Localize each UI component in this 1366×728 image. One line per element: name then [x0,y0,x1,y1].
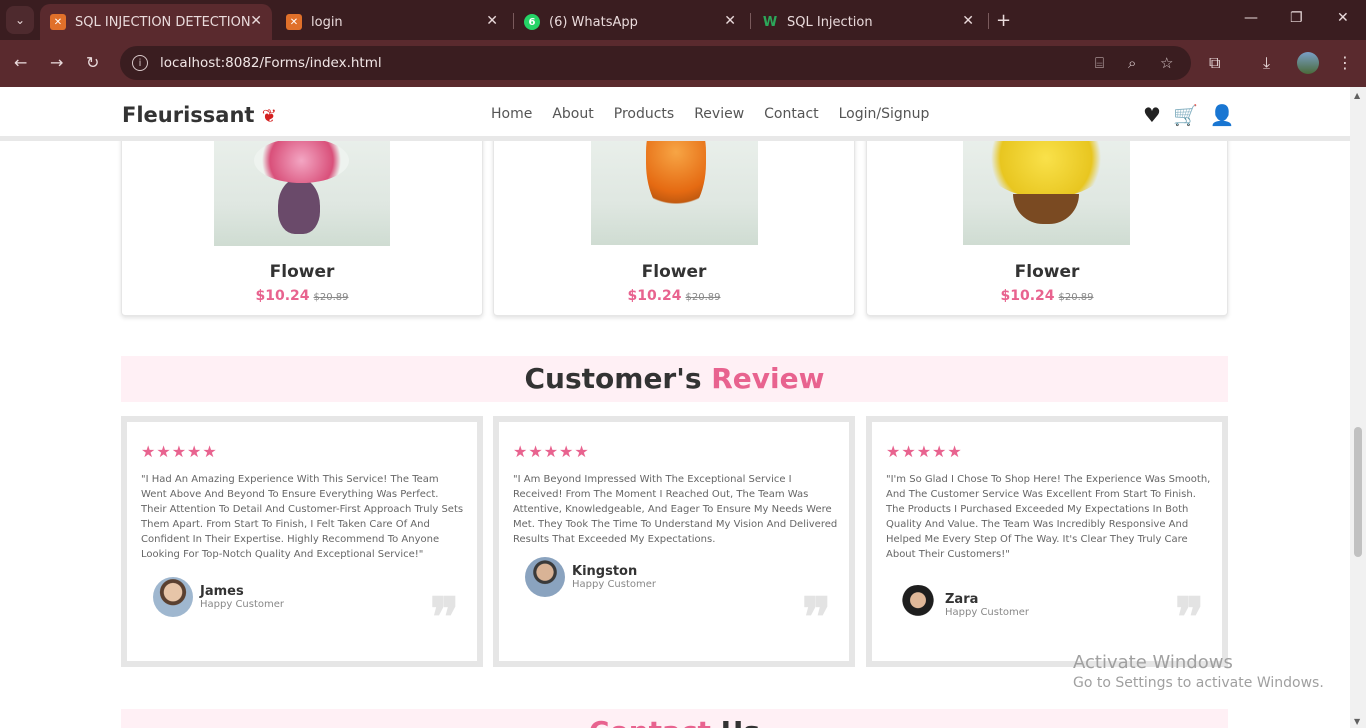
reviewer-name: Kingston [572,564,638,579]
tab-whatsapp[interactable]: 6 (6) WhatsApp ✕ [514,4,746,40]
whatsapp-icon: 6 [524,14,540,30]
translate-icon[interactable]: ⌸ [1095,54,1104,72]
cart-icon[interactable]: 🛒 [1173,103,1198,127]
close-icon[interactable]: ✕ [250,13,262,29]
contact-heading: Contact Us [121,709,1228,728]
profile-avatar[interactable] [1297,52,1319,74]
reviewer: James Happy Customer [153,577,284,617]
tab-title: SQL INJECTION DETECTION [75,14,251,30]
tab-separator [750,13,751,29]
reviewer-role: Happy Customer [945,607,1030,618]
heart-icon[interactable]: ♥ [1143,103,1161,127]
bouquet-shape [254,138,349,183]
reviewer-role: Happy Customer [200,599,285,610]
address-bar[interactable]: i localhost:8082/Forms/index.html ⌸ ⌕ ☆ [120,46,1191,80]
rating-stars: ★★★★★ [141,442,218,461]
browser-titlebar: ⌄ ✕ SQL INJECTION DETECTION ✕ ✕ login ✕ … [0,0,1366,40]
quote-icon: ❞ [429,585,459,649]
scrollbar-thumb[interactable] [1354,427,1362,557]
reviewer: Zara Happy Customer [898,585,1029,625]
vase-shape [278,178,320,234]
site-logo[interactable]: Fleurissant ❦ [122,103,277,127]
product-price: $10.24 $20.89 [255,288,349,304]
nav-contact[interactable]: Contact [764,106,818,122]
browser-toolbar: ← → ↻ i localhost:8082/Forms/index.html … [0,40,1366,87]
user-icon[interactable]: 👤 [1210,103,1235,127]
tab-title: (6) WhatsApp [549,14,638,30]
avatar [525,557,565,597]
quote-icon: ❞ [801,585,831,649]
rating-stars: ★★★★★ [886,442,963,461]
tab-title: login [311,14,343,30]
nav-home[interactable]: Home [491,106,532,122]
main-nav: Home About Products Review Contact Login… [491,106,929,122]
reviewer: Kingston Happy Customer [525,557,656,597]
review-text: "I Had An Amazing Experience With This S… [141,474,464,560]
extensions-icon[interactable]: ⧉ [1209,53,1220,73]
avatar [153,577,193,617]
close-icon[interactable]: ✕ [486,13,498,29]
page-scrollbar[interactable]: ▲ ▼ [1350,87,1366,728]
close-icon[interactable]: ✕ [724,13,736,29]
nav-about[interactable]: About [552,106,593,122]
review-text: "I'm So Glad I Chose To Shop Here! The E… [886,474,1211,560]
product-price: $10.24 $20.89 [627,288,721,304]
product-name: Flower [269,262,335,282]
zoom-icon[interactable]: ⌕ [1128,54,1136,72]
nav-login-signup[interactable]: Login/Signup [839,106,930,122]
bookmark-star-icon[interactable]: ☆ [1160,54,1173,72]
rose-icon: ❦ [261,106,277,127]
xampp-icon: ✕ [50,14,66,30]
header-icons: ♥ 🛒 👤 [1143,103,1235,127]
windows-activation-watermark: Activate Windows Go to Settings to activ… [1073,652,1324,691]
w3-icon: W [762,14,778,30]
tab-sql-injection-detection[interactable]: ✕ SQL INJECTION DETECTION ✕ [40,4,272,40]
xampp-icon: ✕ [286,14,302,30]
watermark-line1: Activate Windows [1073,652,1233,673]
tab-login[interactable]: ✕ login ✕ [276,4,508,40]
quote-icon: ❞ [1174,585,1204,649]
nav-review[interactable]: Review [694,106,744,122]
scroll-down-arrow-icon[interactable]: ▼ [1354,717,1360,726]
site-header: Fleurissant ❦ Home About Products Review… [0,87,1350,141]
web-page: Fleurissant ❦ Home About Products Review… [0,87,1350,728]
avatar [898,585,938,625]
minimize-button[interactable]: — [1244,10,1258,26]
reviewer-role: Happy Customer [572,579,657,590]
menu-icon[interactable]: ⋮ [1337,53,1353,72]
review-card: ★★★★★ "I Am Beyond Impressed With The Ex… [493,416,855,667]
reload-button[interactable]: ↻ [86,53,99,72]
basket-shape [1013,194,1079,224]
review-heading: Customer's Review [524,362,825,395]
site-info-icon[interactable]: i [132,55,148,71]
scroll-up-arrow-icon[interactable]: ▲ [1354,91,1360,100]
tab-title: SQL Injection [787,14,873,30]
url-text: localhost:8082/Forms/index.html [160,55,382,71]
contact-heading-bar: Contact Us [121,709,1228,728]
reviewer-name: Zara [945,592,979,607]
tab-search-button[interactable]: ⌄ [6,6,34,34]
forward-button[interactable]: → [50,53,63,72]
tab-separator [988,13,989,29]
review-heading-bar: Customer's Review [121,356,1228,402]
restore-button[interactable]: ❐ [1290,10,1303,26]
watermark-line2: Go to Settings to activate Windows. [1073,675,1324,691]
download-icon[interactable]: ⤓ [1263,53,1270,73]
rating-stars: ★★★★★ [513,442,590,461]
back-button[interactable]: ← [14,53,27,72]
product-price: $10.24 $20.89 [1000,288,1094,304]
product-name: Flower [641,262,707,282]
review-card: ★★★★★ "I'm So Glad I Chose To Shop Here!… [866,416,1228,667]
review-card: ★★★★★ "I Had An Amazing Experience With … [121,416,483,667]
close-icon[interactable]: ✕ [962,13,974,29]
nav-products[interactable]: Products [614,106,674,122]
tab-sql-injection[interactable]: W SQL Injection ✕ [752,4,984,40]
window-close-button[interactable]: ✕ [1337,10,1349,26]
reviewer-name: James [200,584,244,599]
new-tab-button[interactable]: + [996,10,1011,31]
product-name: Flower [1014,262,1080,282]
review-text: "I Am Beyond Impressed With The Exceptio… [513,474,838,545]
